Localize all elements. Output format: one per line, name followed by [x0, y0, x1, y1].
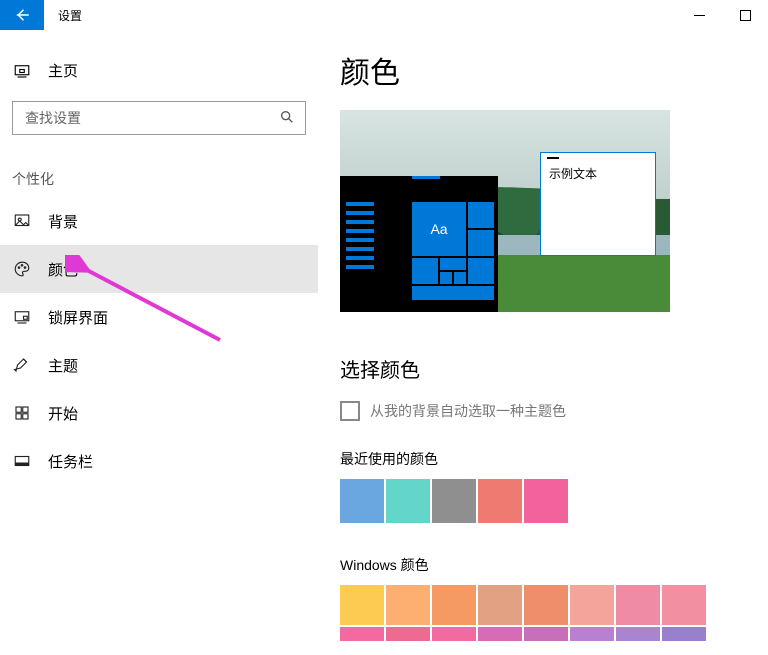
- maximize-button[interactable]: [722, 0, 768, 30]
- preview-window: 示例文本: [540, 152, 656, 256]
- color-swatch[interactable]: [386, 627, 430, 641]
- color-swatch[interactable]: [524, 627, 568, 641]
- image-icon: [12, 212, 32, 230]
- color-swatch[interactable]: [432, 479, 476, 523]
- sidebar-item-lock[interactable]: 锁屏界面: [0, 293, 318, 341]
- section-header: 个性化: [0, 135, 318, 197]
- titlebar: 设置: [0, 0, 768, 30]
- maximize-icon: [740, 10, 751, 21]
- taskbar-icon: [12, 452, 32, 470]
- color-swatch[interactable]: [478, 627, 522, 641]
- theme-icon: [12, 356, 32, 374]
- color-swatch[interactable]: [570, 627, 614, 641]
- home-label: 主页: [48, 60, 78, 81]
- choose-color-header: 选择颜色: [340, 354, 768, 383]
- lock-icon: [12, 308, 32, 326]
- preview-tile-text: Aa: [412, 202, 466, 256]
- sidebar-item-label: 任务栏: [48, 451, 93, 472]
- sidebar: 主页 个性化 背景颜色锁屏界面主题开始任务栏: [0, 30, 318, 655]
- color-swatch[interactable]: [524, 479, 568, 523]
- color-swatch[interactable]: [570, 585, 614, 625]
- recent-colors-label: 最近使用的颜色: [340, 449, 768, 469]
- sidebar-item-start[interactable]: 开始: [0, 389, 318, 437]
- app-title: 设置: [44, 0, 82, 30]
- back-button[interactable]: [0, 0, 44, 30]
- color-preview: Aa 示例文本: [340, 110, 670, 312]
- auto-pick-row[interactable]: 从我的背景自动选取一种主题色: [340, 401, 768, 421]
- minimize-icon: [694, 10, 705, 21]
- sidebar-item-palette[interactable]: 颜色: [0, 245, 318, 293]
- windows-colors-label: Windows 颜色: [340, 555, 768, 575]
- sidebar-item-label: 颜色: [48, 259, 78, 280]
- color-swatch[interactable]: [340, 585, 384, 625]
- color-swatch[interactable]: [662, 627, 706, 641]
- sidebar-item-taskbar[interactable]: 任务栏: [0, 437, 318, 485]
- search-box[interactable]: [12, 101, 306, 135]
- color-swatch[interactable]: [616, 627, 660, 641]
- color-swatch[interactable]: [386, 585, 430, 625]
- minimize-button[interactable]: [676, 0, 722, 30]
- color-swatch[interactable]: [524, 585, 568, 625]
- auto-pick-label: 从我的背景自动选取一种主题色: [370, 401, 566, 421]
- content-pane: 颜色 Aa 示例文本 选择颜色: [318, 30, 768, 655]
- color-swatch[interactable]: [616, 585, 660, 625]
- sidebar-item-label: 背景: [48, 211, 78, 232]
- sidebar-item-label: 主题: [48, 355, 78, 376]
- search-input[interactable]: [23, 109, 279, 127]
- sidebar-item-image[interactable]: 背景: [0, 197, 318, 245]
- start-icon: [12, 404, 32, 422]
- preview-start-menu: Aa: [340, 176, 498, 312]
- page-title: 颜色: [340, 48, 768, 92]
- home-link[interactable]: 主页: [0, 48, 318, 93]
- color-swatch[interactable]: [478, 479, 522, 523]
- color-swatch[interactable]: [340, 627, 384, 641]
- arrow-left-icon: [13, 6, 31, 24]
- color-swatch[interactable]: [340, 479, 384, 523]
- search-icon: [279, 109, 295, 128]
- color-swatch[interactable]: [662, 585, 706, 625]
- palette-icon: [12, 260, 32, 278]
- sidebar-item-theme[interactable]: 主题: [0, 341, 318, 389]
- sidebar-item-label: 开始: [48, 403, 78, 424]
- color-swatch[interactable]: [386, 479, 430, 523]
- windows-colors-row-1: [340, 585, 768, 625]
- home-icon: [12, 62, 32, 80]
- preview-window-text: 示例文本: [541, 163, 655, 184]
- color-swatch[interactable]: [432, 585, 476, 625]
- color-swatch[interactable]: [478, 585, 522, 625]
- auto-pick-checkbox[interactable]: [340, 401, 360, 421]
- recent-colors-row: [340, 479, 768, 523]
- color-swatch[interactable]: [432, 627, 476, 641]
- windows-colors-row-2: [340, 627, 768, 641]
- sidebar-item-label: 锁屏界面: [48, 307, 108, 328]
